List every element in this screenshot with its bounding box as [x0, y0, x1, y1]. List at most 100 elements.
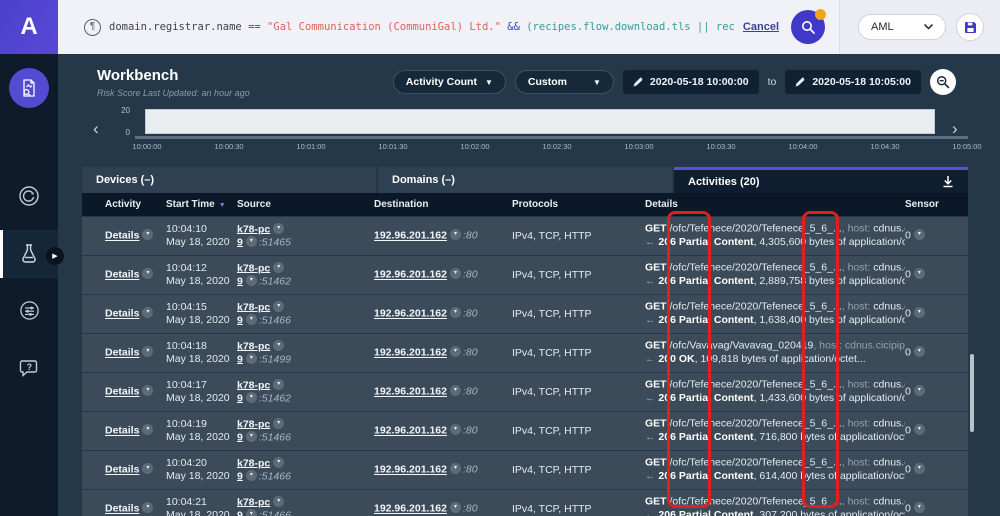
source-host-link[interactable]: k78-pc	[237, 262, 270, 274]
chevron-down-icon[interactable]: ▾	[273, 340, 284, 351]
host-value[interactable]: cdnus.cicipip.com	[873, 496, 905, 508]
host-value[interactable]: cdnus.cicipip.com	[873, 457, 905, 469]
chevron-down-icon[interactable]: ▾	[450, 268, 461, 279]
col-start-time[interactable]: Start Time▼	[166, 198, 237, 212]
source-host-link[interactable]: k78-pc	[237, 379, 270, 391]
range-select[interactable]: Custom▼	[515, 70, 614, 94]
timeline-prev-icon[interactable]: ‹	[93, 119, 99, 139]
app-logo[interactable]: A	[0, 0, 58, 54]
tab-devices[interactable]: Devices (–)	[82, 167, 376, 193]
table-row[interactable]: Details▾ 10:04:15May 18, 2020 k78-pc▾ 9▾…	[82, 295, 968, 333]
chevron-down-icon[interactable]: ▾	[273, 223, 284, 234]
workspace-select[interactable]: AML	[858, 14, 946, 40]
details-link[interactable]: Details	[105, 464, 139, 476]
chevron-down-icon[interactable]: ▾	[273, 262, 284, 273]
source-host-link[interactable]: 9	[237, 392, 243, 404]
chevron-down-icon[interactable]: ▾	[450, 424, 461, 435]
chevron-down-icon[interactable]: ▾	[914, 229, 925, 240]
timeline-next-icon[interactable]: ›	[952, 119, 958, 139]
host-value[interactable]: cdnus.cicipip.com	[873, 301, 905, 313]
details-link[interactable]: Details	[105, 503, 139, 515]
source-host-link[interactable]: 9	[237, 470, 243, 482]
nav-item-tune[interactable]	[0, 299, 58, 322]
source-host-link[interactable]: 9	[237, 431, 243, 443]
chevron-down-icon[interactable]: ▾	[450, 307, 461, 318]
chevron-down-icon[interactable]: ▾	[246, 431, 257, 442]
destination-ip-link[interactable]: 192.96.201.162	[374, 464, 447, 476]
nav-item-detections[interactable]	[0, 184, 58, 208]
chevron-down-icon[interactable]: ▾	[246, 275, 257, 286]
table-row[interactable]: Details▾ 10:04:20May 18, 2020 k78-pc▾ 9▾…	[82, 451, 968, 489]
chevron-down-icon[interactable]: ▾	[273, 379, 284, 390]
source-host-link[interactable]: k78-pc	[237, 223, 270, 235]
details-link[interactable]: Details	[105, 386, 139, 398]
host-value[interactable]: cdnus.cicipip.com	[873, 379, 905, 391]
details-link[interactable]: Details	[105, 230, 139, 242]
destination-ip-link[interactable]: 192.96.201.162	[374, 503, 447, 515]
cancel-link[interactable]: Cancel	[743, 21, 779, 33]
run-search-button[interactable]	[791, 10, 825, 44]
destination-ip-link[interactable]: 192.96.201.162	[374, 386, 447, 398]
query-bar[interactable]: ¶ domain.registrar.name == "Gal Communic…	[84, 19, 735, 36]
chevron-down-icon[interactable]: ▾	[914, 307, 925, 318]
chevron-down-icon[interactable]: ▾	[246, 314, 257, 325]
chevron-down-icon[interactable]: ▾	[246, 509, 257, 516]
host-value[interactable]: cdnus.cicipip.com	[873, 262, 905, 274]
chevron-down-icon[interactable]: ▾	[142, 463, 153, 474]
host-value[interactable]: cdnus.cicipip.com	[873, 223, 905, 235]
table-row[interactable]: Details▾ 10:04:10May 18, 2020 k78-pc▾ 9▾…	[82, 217, 968, 255]
details-link[interactable]: Details	[105, 308, 139, 320]
chevron-down-icon[interactable]: ▾	[142, 307, 153, 318]
query-input[interactable]: domain.registrar.name == "Gal Communicat…	[109, 21, 735, 33]
source-host-link[interactable]: 9	[237, 353, 243, 365]
chevron-down-icon[interactable]: ▾	[246, 470, 257, 481]
chevron-down-icon[interactable]: ▾	[914, 502, 925, 513]
chevron-down-icon[interactable]: ▾	[246, 236, 257, 247]
host-value[interactable]: cdnus.cicipip.com	[845, 340, 905, 352]
zoom-out-button[interactable]	[930, 69, 956, 95]
date-from-input[interactable]: 2020-05-18 10:00:00	[623, 70, 759, 94]
chevron-down-icon[interactable]: ▾	[450, 463, 461, 474]
details-link[interactable]: Details	[105, 347, 139, 359]
chevron-down-icon[interactable]: ▾	[273, 418, 284, 429]
chevron-down-icon[interactable]: ▾	[450, 229, 461, 240]
chevron-down-icon[interactable]: ▾	[273, 301, 284, 312]
source-host-link[interactable]: k78-pc	[237, 418, 270, 430]
chevron-down-icon[interactable]: ▾	[450, 502, 461, 513]
destination-ip-link[interactable]: 192.96.201.162	[374, 269, 447, 281]
source-host-link[interactable]: 9	[237, 236, 243, 248]
download-icon[interactable]	[942, 175, 954, 188]
source-host-link[interactable]: 9	[237, 509, 243, 516]
chevron-down-icon[interactable]: ▾	[142, 346, 153, 357]
source-host-link[interactable]: 9	[237, 314, 243, 326]
chevron-down-icon[interactable]: ▾	[273, 496, 284, 507]
source-host-link[interactable]: k78-pc	[237, 301, 270, 313]
details-link[interactable]: Details	[105, 425, 139, 437]
chevron-down-icon[interactable]: ▾	[246, 392, 257, 403]
table-row[interactable]: Details▾ 10:04:17May 18, 2020 k78-pc▾ 9▾…	[82, 373, 968, 411]
source-host-link[interactable]: k78-pc	[237, 457, 270, 469]
destination-ip-link[interactable]: 192.96.201.162	[374, 230, 447, 242]
table-row[interactable]: Details▾ 10:04:18May 18, 2020 k78-pc▾ 9▾…	[82, 334, 968, 372]
destination-ip-link[interactable]: 192.96.201.162	[374, 308, 447, 320]
chevron-down-icon[interactable]: ▾	[142, 502, 153, 513]
save-button[interactable]	[956, 13, 984, 41]
tab-domains[interactable]: Domains (–)	[378, 167, 672, 193]
destination-ip-link[interactable]: 192.96.201.162	[374, 425, 447, 437]
chevron-down-icon[interactable]: ▾	[450, 346, 461, 357]
table-row[interactable]: Details▾ 10:04:19May 18, 2020 k78-pc▾ 9▾…	[82, 412, 968, 450]
nav-item-help[interactable]: ?	[0, 357, 58, 380]
chevron-down-icon[interactable]: ▾	[914, 385, 925, 396]
nav-item-investigate[interactable]	[0, 68, 58, 108]
chevron-down-icon[interactable]: ▾	[142, 385, 153, 396]
chevron-down-icon[interactable]: ▾	[914, 463, 925, 474]
chevron-down-icon[interactable]: ▾	[914, 268, 925, 279]
table-scrollbar[interactable]	[970, 354, 974, 432]
chevron-down-icon[interactable]: ▾	[246, 353, 257, 364]
chevron-down-icon[interactable]: ▾	[450, 385, 461, 396]
details-link[interactable]: Details	[105, 269, 139, 281]
chevron-down-icon[interactable]: ▾	[142, 424, 153, 435]
source-host-link[interactable]: 9	[237, 275, 243, 287]
table-row[interactable]: Details▾ 10:04:21May 18, 2020 k78-pc▾ 9▾…	[82, 490, 968, 516]
table-row[interactable]: Details▾ 10:04:12May 18, 2020 k78-pc▾ 9▾…	[82, 256, 968, 294]
